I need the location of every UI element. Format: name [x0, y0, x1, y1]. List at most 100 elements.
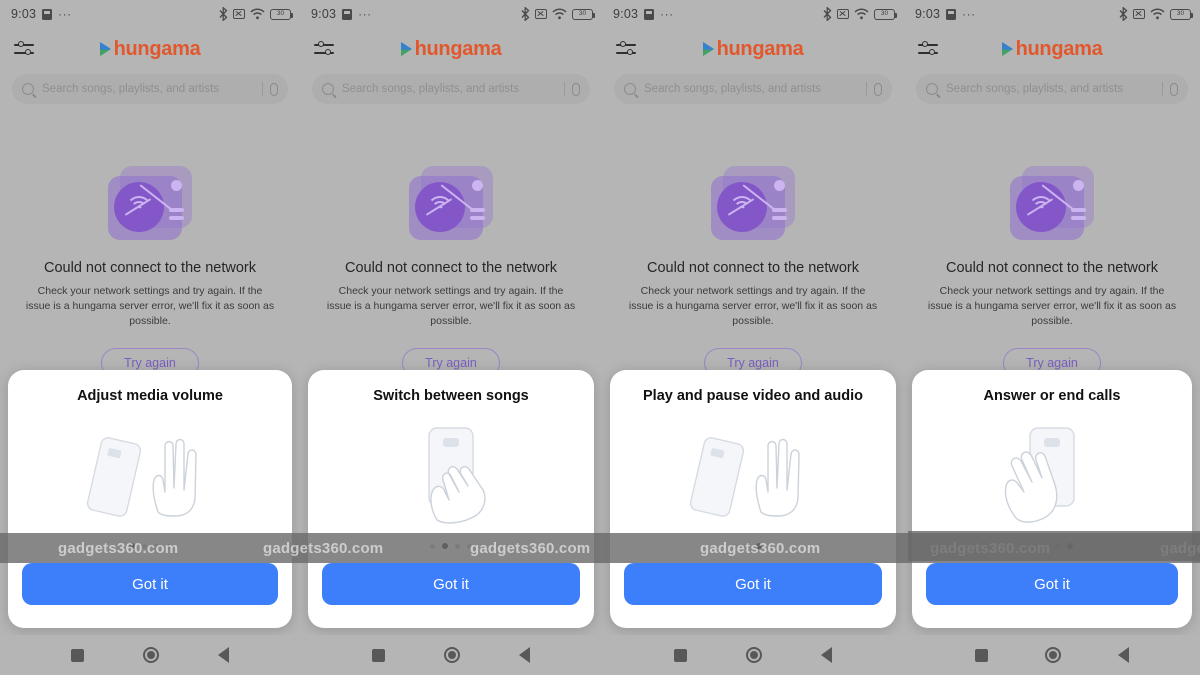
- screenshot-icon: [644, 8, 655, 20]
- equalizer-settings-icon[interactable]: [314, 40, 336, 58]
- status-time: 9:03: [311, 7, 337, 21]
- search-bar[interactable]: Search songs, playlists, and artists: [916, 74, 1188, 104]
- mic-group[interactable]: [564, 82, 580, 96]
- gesture-modal: Switch between songs Got it: [308, 370, 594, 628]
- recent-apps-icon[interactable]: [974, 648, 988, 662]
- gesture-modal: Answer or end calls Got it: [912, 370, 1192, 628]
- error-state: Could not connect to the network Check y…: [602, 166, 904, 378]
- back-icon[interactable]: [217, 647, 229, 663]
- search-icon: [22, 83, 34, 95]
- page-dot[interactable]: [430, 543, 435, 549]
- app-header: hungama: [0, 28, 300, 70]
- gesture-modal-title: Adjust media volume: [77, 388, 223, 404]
- page-dot[interactable]: [744, 543, 749, 549]
- mic-group[interactable]: [866, 82, 882, 96]
- page-dot[interactable]: [769, 543, 774, 549]
- equalizer-settings-icon[interactable]: [14, 40, 36, 58]
- mic-group[interactable]: [1162, 82, 1178, 96]
- page-dot[interactable]: [154, 543, 159, 549]
- page-dot[interactable]: [756, 543, 762, 549]
- bluetooth-icon: [521, 7, 530, 21]
- search-input[interactable]: Search songs, playlists, and artists: [342, 83, 556, 95]
- page-dot[interactable]: [1055, 543, 1060, 549]
- status-overflow-icon: ···: [660, 7, 674, 21]
- back-icon[interactable]: [1118, 647, 1130, 663]
- page-dot[interactable]: [129, 543, 135, 549]
- status-overflow-icon: ···: [358, 7, 372, 21]
- hungama-logo: hungama: [90, 38, 210, 61]
- equalizer-settings-icon[interactable]: [918, 40, 940, 58]
- microphone-icon[interactable]: [270, 82, 278, 96]
- battery-icon: 30: [270, 8, 293, 20]
- search-input[interactable]: Search songs, playlists, and artists: [644, 83, 858, 95]
- device-panel-1: 9:03 ··· 30 hungama Search songs, playli…: [0, 0, 300, 675]
- battery-icon: 30: [572, 8, 595, 20]
- bluetooth-icon: [1119, 7, 1128, 21]
- page-dot[interactable]: [442, 543, 448, 549]
- recent-apps-icon[interactable]: [71, 648, 85, 662]
- got-it-button[interactable]: Got it: [322, 563, 580, 605]
- search-input[interactable]: Search songs, playlists, and artists: [42, 83, 254, 95]
- wifi-icon: [854, 8, 869, 20]
- page-dot[interactable]: [1031, 543, 1036, 549]
- status-bar-left: 9:03 ···: [11, 7, 72, 21]
- mic-group[interactable]: [262, 82, 278, 96]
- search-bar[interactable]: Search songs, playlists, and artists: [614, 74, 892, 104]
- status-overflow-icon: ···: [58, 7, 72, 21]
- mute-icon: [535, 9, 547, 19]
- gesture-modal: Adjust media volume Got it: [8, 370, 292, 628]
- navigation-bar: [904, 635, 1200, 675]
- error-state: Could not connect to the network Check y…: [300, 166, 602, 378]
- status-bar-right: 30: [521, 7, 595, 21]
- logo-text: hungama: [716, 37, 804, 60]
- recent-apps-icon[interactable]: [673, 648, 687, 662]
- status-time: 9:03: [915, 7, 941, 21]
- microphone-icon[interactable]: [874, 82, 882, 96]
- home-icon[interactable]: [443, 647, 460, 663]
- gesture-modal-title: Play and pause video and audio: [643, 388, 863, 404]
- status-bar: 9:03 ··· 30: [602, 0, 904, 28]
- microphone-icon[interactable]: [1170, 82, 1178, 96]
- status-overflow-icon: ···: [962, 7, 976, 21]
- back-icon[interactable]: [821, 647, 833, 663]
- device-panel-4: 9:03 ··· 30 hungama Search songs, playli…: [904, 0, 1200, 675]
- got-it-button[interactable]: Got it: [926, 563, 1178, 605]
- wifi-icon: [1150, 8, 1165, 20]
- got-it-button[interactable]: Got it: [624, 563, 882, 605]
- error-title: Could not connect to the network: [647, 260, 859, 276]
- search-bar[interactable]: Search songs, playlists, and artists: [12, 74, 288, 104]
- status-time: 9:03: [11, 7, 37, 21]
- search-input[interactable]: Search songs, playlists, and artists: [946, 83, 1154, 95]
- page-dot[interactable]: [732, 543, 737, 549]
- page-dot[interactable]: [1043, 543, 1048, 549]
- page-dot[interactable]: [455, 543, 460, 549]
- device-panel-2: 9:03 ··· 30 hungama Search songs, playli…: [300, 0, 602, 675]
- page-dot[interactable]: [467, 543, 472, 549]
- home-icon[interactable]: [745, 647, 762, 663]
- navigation-bar: [0, 635, 300, 675]
- page-dot[interactable]: [1067, 543, 1073, 549]
- page-dot[interactable]: [142, 543, 147, 549]
- device-panel-3: 9:03 ··· 30 hungama Search songs, playli…: [602, 0, 904, 675]
- microphone-icon[interactable]: [572, 82, 580, 96]
- search-bar[interactable]: Search songs, playlists, and artists: [312, 74, 590, 104]
- recent-apps-icon[interactable]: [371, 648, 385, 662]
- status-bar-right: 30: [1119, 7, 1193, 21]
- got-it-button[interactable]: Got it: [22, 563, 278, 605]
- back-icon[interactable]: [519, 647, 531, 663]
- screenshot-icon: [42, 8, 53, 20]
- turntable-no-network-icon: [707, 166, 799, 244]
- error-subtitle: Check your network settings and try agai…: [927, 285, 1177, 328]
- navigation-bar: [300, 635, 602, 675]
- divider: [564, 82, 565, 96]
- status-bar-right: 30: [823, 7, 897, 21]
- mute-icon: [233, 9, 245, 19]
- page-dot[interactable]: [166, 543, 171, 549]
- error-subtitle: Check your network settings and try agai…: [326, 285, 576, 328]
- equalizer-settings-icon[interactable]: [616, 40, 638, 58]
- turntable-no-network-icon: [405, 166, 497, 244]
- status-time: 9:03: [613, 7, 639, 21]
- divider: [866, 82, 867, 96]
- home-icon[interactable]: [1044, 647, 1061, 663]
- home-icon[interactable]: [142, 647, 159, 663]
